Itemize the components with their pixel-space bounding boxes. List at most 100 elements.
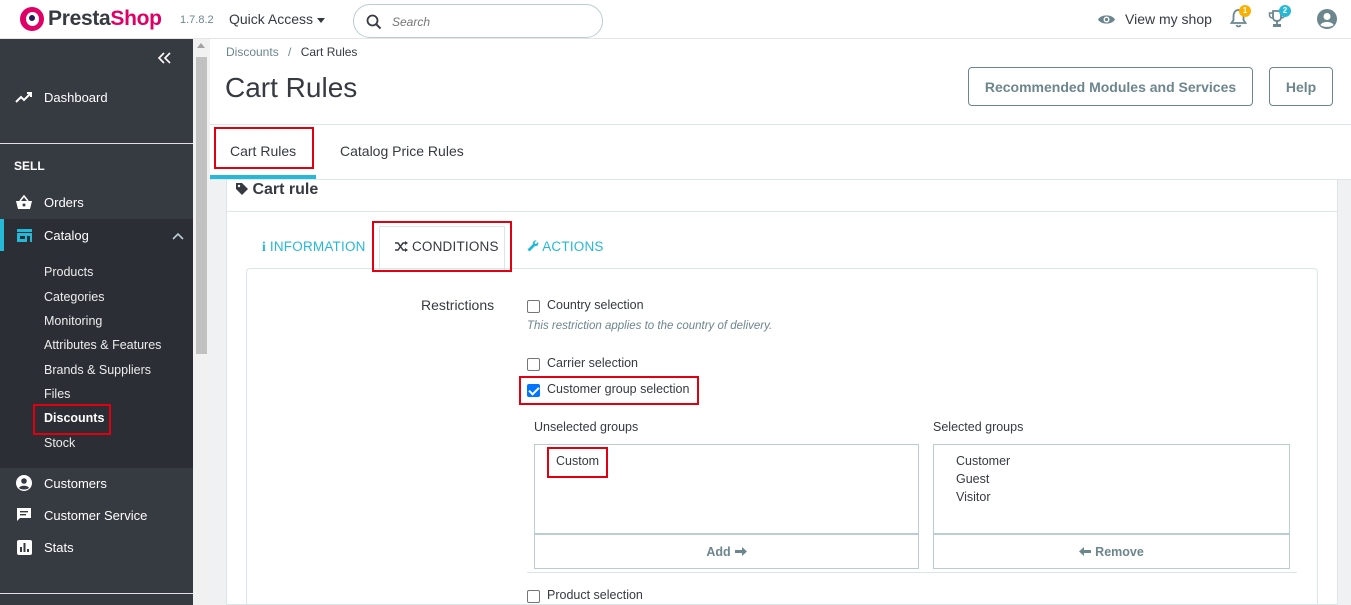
arrow-right-icon bbox=[734, 547, 747, 556]
add-button-label: Add bbox=[706, 544, 731, 559]
submenu-item-discounts[interactable]: Discounts bbox=[44, 411, 104, 425]
panel-heading-divider bbox=[227, 211, 1337, 212]
wrench-icon bbox=[527, 240, 539, 252]
breadcrumb-current: Cart Rules bbox=[300, 45, 358, 59]
shuffle-icon bbox=[395, 241, 408, 252]
version-label: 1.7.8.2 bbox=[180, 14, 214, 26]
panel-heading-text: Cart rule bbox=[252, 181, 319, 198]
breadcrumb: Discounts / Cart Rules bbox=[226, 45, 357, 59]
search-box[interactable] bbox=[353, 4, 603, 38]
sidebar-divider bbox=[0, 143, 193, 144]
prestashop-logo[interactable]: PrestaShop bbox=[20, 7, 162, 31]
sidebar-section-sell: SELL bbox=[14, 159, 45, 173]
submenu-item-brands-suppliers[interactable]: Brands & Suppliers bbox=[44, 363, 151, 377]
search-input[interactable] bbox=[392, 12, 592, 32]
brand-name-shop: Shop bbox=[110, 7, 162, 30]
unselected-groups-label: Unselected groups bbox=[534, 420, 639, 434]
subtab-information[interactable]: i INFORMATION bbox=[262, 239, 366, 255]
sidebar-item-label: Orders bbox=[44, 194, 84, 210]
quick-access-label: Quick Access bbox=[229, 11, 314, 27]
sidebar-divider bbox=[0, 593, 193, 594]
country-help-text: This restriction applies to the country … bbox=[527, 320, 773, 332]
country-selection-checkbox[interactable] bbox=[527, 300, 540, 313]
panel-heading: Cart rule bbox=[236, 181, 318, 199]
selected-groups-list[interactable]: Customer Guest Visitor bbox=[933, 444, 1290, 534]
sidebar-item-customer-service[interactable]: Customer Service bbox=[0, 499, 193, 531]
customer-group-selection-label[interactable]: Customer group selection bbox=[547, 382, 689, 396]
eye-icon bbox=[1098, 14, 1115, 24]
submenu-item-categories[interactable]: Categories bbox=[44, 290, 104, 304]
subtab-label: ACTIONS bbox=[542, 239, 604, 254]
trending-up-icon bbox=[15, 88, 33, 106]
prestashop-logo-icon bbox=[20, 7, 44, 31]
notifications-badge: 1 bbox=[1239, 5, 1251, 17]
achievements-button[interactable]: 2 bbox=[1268, 5, 1291, 31]
remove-button-label: Remove bbox=[1095, 544, 1144, 559]
chevron-up-icon bbox=[172, 228, 184, 243]
add-group-button[interactable]: Add bbox=[534, 534, 919, 569]
account-circle-icon bbox=[15, 474, 33, 492]
brand-name-presta: Presta bbox=[48, 7, 111, 30]
submenu-item-monitoring[interactable]: Monitoring bbox=[44, 314, 102, 328]
group-option-customer[interactable]: Customer bbox=[956, 454, 1010, 468]
sidebar-item-catalog[interactable]: Catalog bbox=[0, 219, 193, 251]
group-option-visitor[interactable]: Visitor bbox=[956, 490, 991, 504]
search-icon bbox=[366, 14, 382, 30]
subtab-actions[interactable]: ACTIONS bbox=[527, 239, 604, 254]
country-selection-label[interactable]: Country selection bbox=[547, 298, 644, 312]
carrier-selection-label[interactable]: Carrier selection bbox=[547, 356, 638, 370]
page-title: Cart Rules bbox=[225, 72, 358, 103]
sidebar-item-label: Customer Service bbox=[44, 507, 148, 523]
section-divider bbox=[527, 572, 1297, 573]
sidebar-item-label: Dashboard bbox=[44, 89, 108, 105]
sidebar-item-customers[interactable]: Customers bbox=[0, 467, 193, 499]
selected-groups-label: Selected groups bbox=[933, 420, 1024, 434]
unselected-groups-list[interactable]: Custom bbox=[534, 444, 919, 534]
caret-down-icon bbox=[317, 17, 326, 23]
remove-group-button[interactable]: Remove bbox=[933, 534, 1290, 569]
submenu-item-attributes-features[interactable]: Attributes & Features bbox=[44, 338, 161, 352]
subtab-label: CONDITIONS bbox=[411, 239, 499, 254]
customer-group-selection-checkbox[interactable] bbox=[527, 384, 540, 397]
submenu-item-products[interactable]: Products bbox=[44, 265, 93, 279]
breadcrumb-discounts-link[interactable]: Discounts bbox=[226, 45, 279, 59]
carrier-selection-checkbox[interactable] bbox=[527, 358, 540, 371]
subtab-conditions[interactable]: CONDITIONS bbox=[395, 239, 499, 254]
quick-access-dropdown[interactable]: Quick Access bbox=[229, 11, 326, 27]
user-avatar-icon bbox=[1317, 9, 1337, 29]
view-my-shop-link[interactable]: View my shop bbox=[1097, 11, 1212, 27]
group-option-guest[interactable]: Guest bbox=[956, 472, 989, 486]
tag-icon bbox=[236, 183, 248, 195]
bar-chart-icon bbox=[15, 538, 33, 556]
sidebar-item-dashboard[interactable]: Dashboard bbox=[0, 81, 193, 113]
group-option-custom[interactable]: Custom bbox=[556, 454, 599, 468]
tab-cart-rules[interactable]: Cart Rules bbox=[230, 143, 296, 159]
sidebar-nav: Dashboard SELL Orders Catalog Products C… bbox=[0, 39, 193, 605]
sidebar-item-stats[interactable]: Stats bbox=[0, 531, 193, 563]
store-icon bbox=[15, 226, 33, 244]
submenu-item-stock[interactable]: Stock bbox=[44, 436, 75, 450]
tab-catalog-price-rules[interactable]: Catalog Price Rules bbox=[340, 143, 464, 159]
submenu-item-files[interactable]: Files bbox=[44, 387, 70, 401]
notifications-button[interactable]: 1 bbox=[1229, 5, 1251, 31]
sidebar-scrollbar-thumb[interactable] bbox=[196, 57, 207, 354]
product-selection-label[interactable]: Product selection bbox=[547, 588, 643, 602]
subtab-label: INFORMATION bbox=[269, 239, 366, 254]
help-button[interactable]: Help bbox=[1269, 67, 1333, 106]
sidebar-item-orders[interactable]: Orders bbox=[0, 186, 193, 218]
top-header: PrestaShop 1.7.8.2 Quick Access View my … bbox=[0, 0, 1351, 39]
active-tab-indicator bbox=[210, 175, 316, 179]
account-menu-button[interactable] bbox=[1317, 9, 1337, 32]
active-indicator bbox=[0, 219, 4, 251]
product-selection-checkbox[interactable] bbox=[527, 590, 540, 603]
info-icon: i bbox=[262, 239, 266, 254]
collapse-sidebar-icon[interactable] bbox=[157, 51, 171, 67]
sidebar-item-label: Catalog bbox=[44, 227, 89, 243]
view-my-shop-label: View my shop bbox=[1125, 11, 1212, 27]
breadcrumb-separator: / bbox=[288, 45, 292, 59]
scroll-up-arrow-icon[interactable] bbox=[197, 43, 205, 48]
sidebar-item-label: Customers bbox=[44, 475, 107, 491]
recommended-modules-button[interactable]: Recommended Modules and Services bbox=[968, 67, 1253, 106]
chat-icon bbox=[15, 506, 33, 524]
achievements-badge: 2 bbox=[1279, 5, 1291, 17]
